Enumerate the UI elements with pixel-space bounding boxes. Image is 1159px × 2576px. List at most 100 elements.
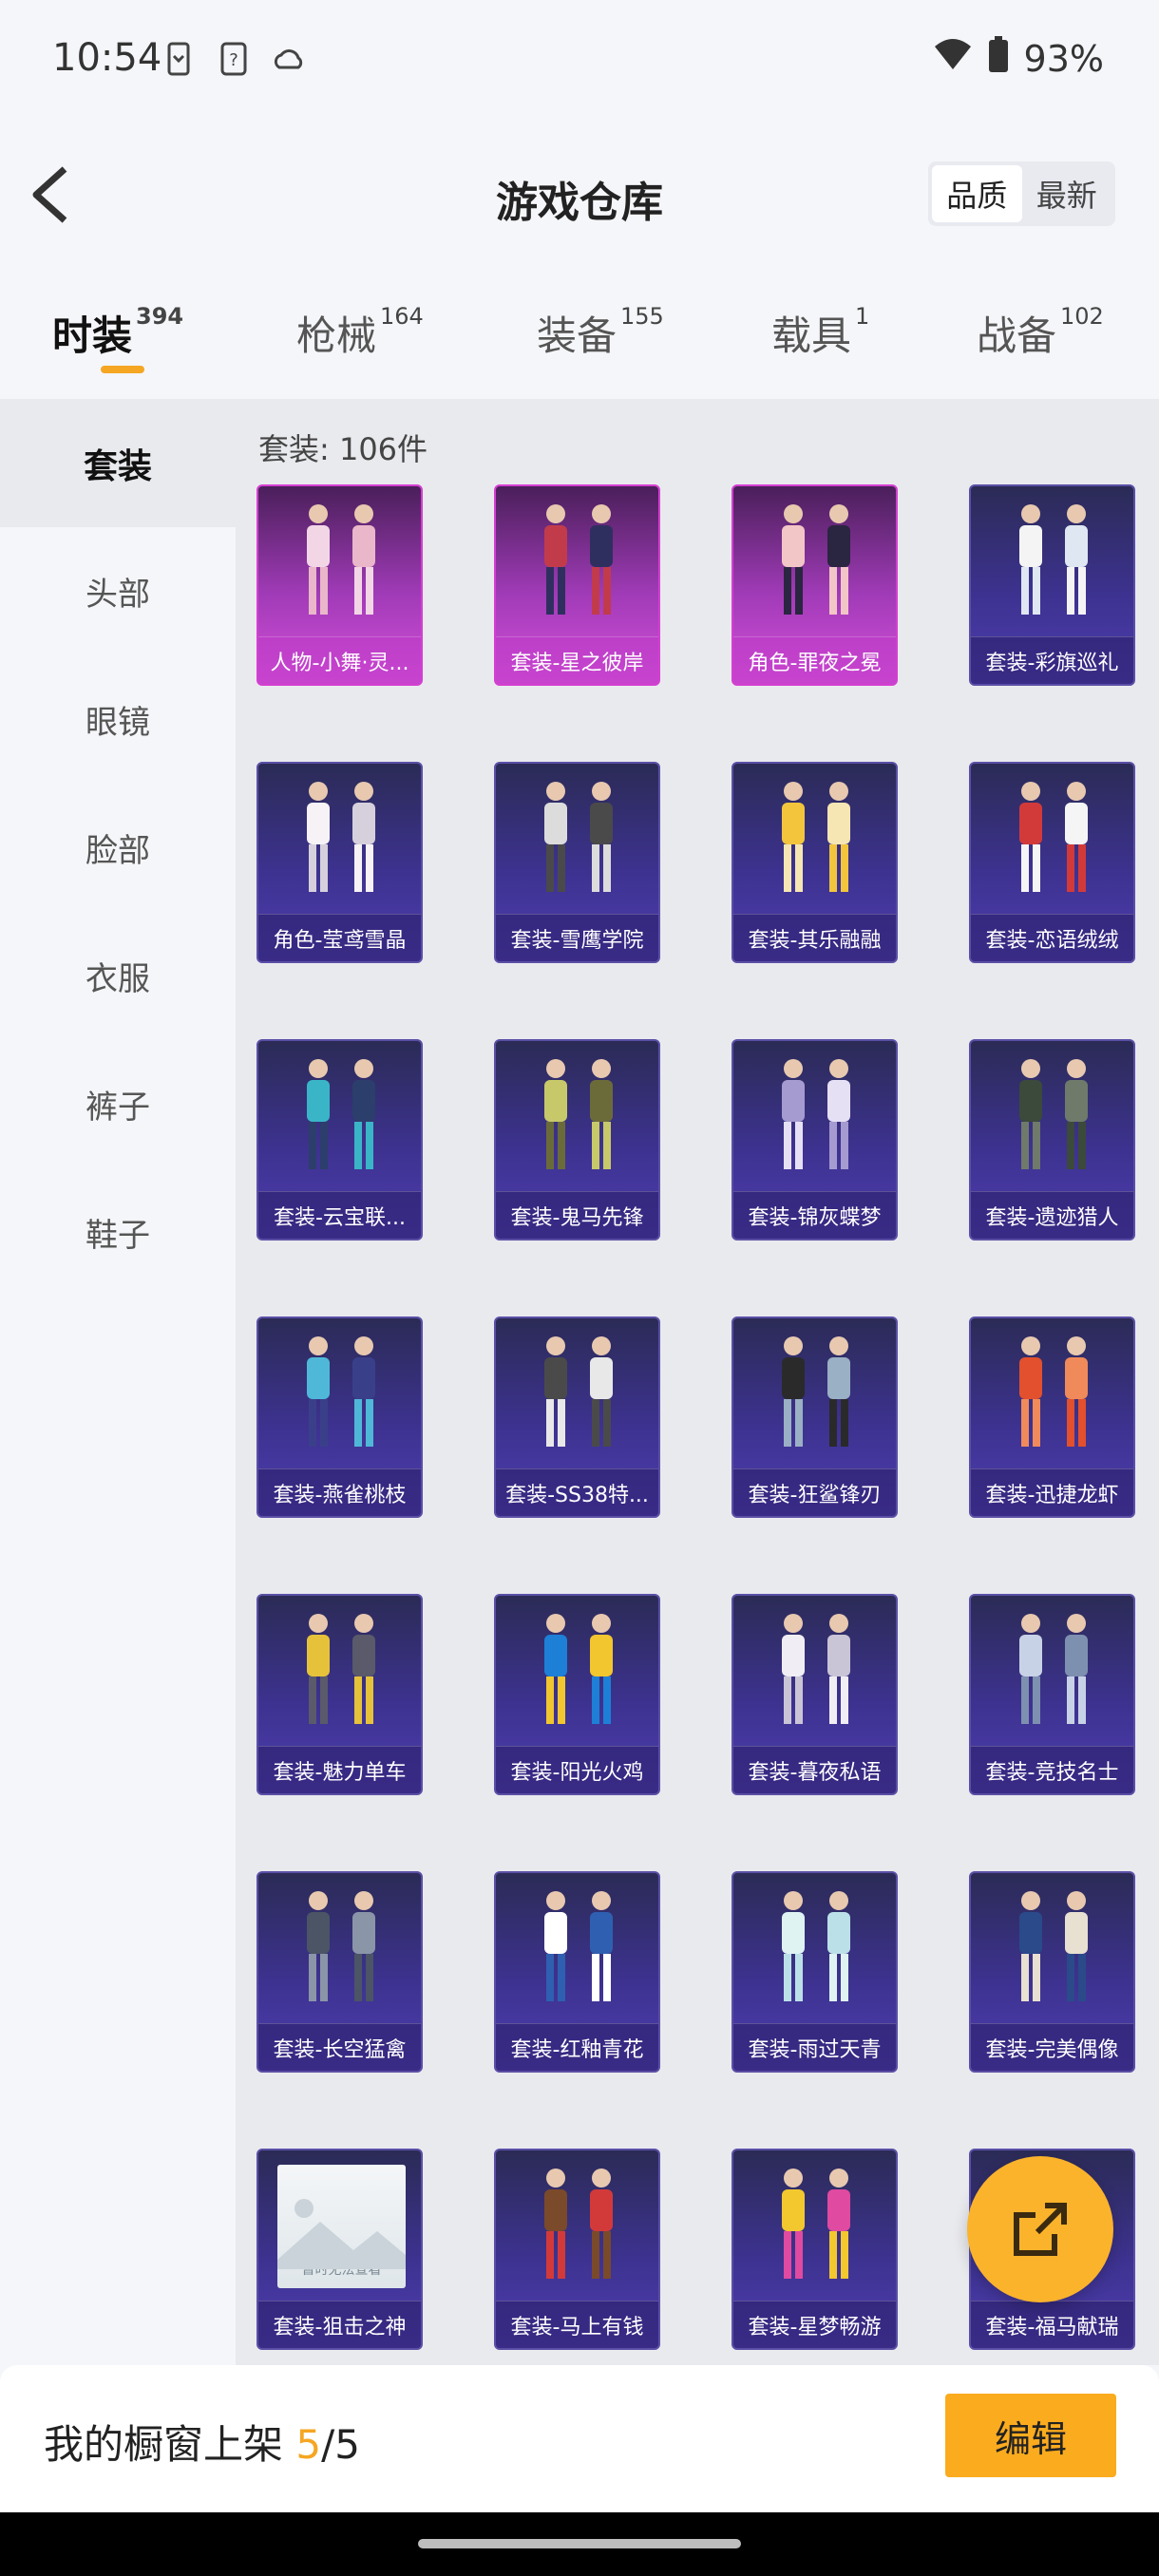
edit-button[interactable]: 编辑 <box>945 2394 1116 2477</box>
item-card[interactable]: 角色-莹鸢雪晶 <box>256 762 423 963</box>
item-name: 套装-竞技名士 <box>971 1746 1133 1793</box>
item-name: 套装-雨过天青 <box>733 2023 896 2071</box>
sidebar-item-glasses[interactable]: 眼镜 <box>0 655 236 784</box>
outfit-image <box>258 1318 421 1470</box>
outfit-image <box>496 764 658 916</box>
tab-supplies[interactable]: 战备 102 <box>977 303 1104 362</box>
item-grid: 人物-小舞·灵... 套装-星之彼岸 角色-罪夜之冕 套装-彩旗巡礼 角色-莹鸢雪晶 套装… <box>256 484 1150 2350</box>
outfit-image <box>733 1596 896 1748</box>
tab-count: 155 <box>620 303 664 330</box>
tab-count: 164 <box>380 303 424 330</box>
item-name: 套装-长空猛禽 <box>258 2023 421 2071</box>
outfit-image <box>733 486 896 638</box>
svg-text:?: ? <box>229 50 238 70</box>
item-card[interactable]: 套装-狂鲨锋刃 <box>732 1316 898 1518</box>
item-card[interactable]: 套装-SS38特... <box>494 1316 660 1518</box>
item-name: 角色-罪夜之冕 <box>733 636 896 684</box>
sidebar-item-suit[interactable]: 套装 <box>0 399 236 527</box>
home-handle[interactable] <box>418 2539 741 2548</box>
sort-option-quality[interactable]: 品质 <box>932 165 1022 222</box>
image-placeholder: 暂时无法查看 <box>258 2150 421 2302</box>
sidebar-item-head[interactable]: 头部 <box>0 527 236 655</box>
cloud-icon <box>270 40 308 78</box>
tab-fashion[interactable]: 时装 394 <box>52 303 183 362</box>
share-button[interactable] <box>967 2156 1113 2302</box>
item-card[interactable]: 套装-魅力单车 <box>256 1594 423 1795</box>
item-card[interactable]: 套装-恋语绒绒 <box>969 762 1135 963</box>
item-card[interactable]: 套装-星梦畅游 <box>732 2149 898 2350</box>
subcategory-sidebar: 套装 头部 眼镜 脸部 衣服 裤子 鞋子 <box>0 399 236 2365</box>
outfit-image <box>258 486 421 638</box>
item-card[interactable]: 人物-小舞·灵... <box>256 484 423 686</box>
item-card[interactable]: 套装-迅捷龙虾 <box>969 1316 1135 1518</box>
item-card[interactable]: 套装-雨过天青 <box>732 1871 898 2073</box>
sidebar-item-pants[interactable]: 裤子 <box>0 1040 236 1168</box>
outfit-image <box>971 1318 1133 1470</box>
item-card[interactable]: 套装-锦灰蝶梦 <box>732 1039 898 1241</box>
item-card[interactable]: 套装-彩旗巡礼 <box>969 484 1135 686</box>
outfit-image <box>971 1873 1133 2025</box>
item-card[interactable]: 套装-遗迹猎人 <box>969 1039 1135 1241</box>
item-card[interactable]: 套装-马上有钱 <box>494 2149 660 2350</box>
outfit-image <box>258 1873 421 2025</box>
item-card[interactable]: 角色-罪夜之冕 <box>732 484 898 686</box>
showcase-status: 我的橱窗上架 5/5 <box>44 2413 360 2471</box>
item-name: 套装-其乐融融 <box>733 914 896 961</box>
outfit-image <box>971 1041 1133 1193</box>
item-name: 套装-遗迹猎人 <box>971 1191 1133 1239</box>
item-name: 套装-雪鹰学院 <box>496 914 658 961</box>
item-name: 套装-马上有钱 <box>496 2301 658 2348</box>
item-card[interactable]: 套装-红釉青花 <box>494 1871 660 2073</box>
item-card[interactable]: 套装-长空猛禽 <box>256 1871 423 2073</box>
item-card[interactable]: 套装-阳光火鸡 <box>494 1594 660 1795</box>
tab-label: 时装 <box>52 313 133 359</box>
outfit-image <box>258 1041 421 1193</box>
item-card[interactable]: 套装-暮夜私语 <box>732 1594 898 1795</box>
tab-label: 枪械 <box>296 313 377 359</box>
sort-toggle: 品质 最新 <box>928 161 1115 226</box>
navigation-bar <box>0 2512 1159 2576</box>
item-card[interactable]: 套装-竞技名士 <box>969 1594 1135 1795</box>
wifi-icon <box>933 37 973 80</box>
tab-vehicles[interactable]: 载具 1 <box>771 303 870 362</box>
item-card[interactable]: 套装-其乐融融 <box>732 762 898 963</box>
outfit-image <box>971 1596 1133 1748</box>
placeholder-image: 暂时无法查看 <box>277 2165 406 2288</box>
showcase-label: 我的橱窗上架 <box>44 2421 296 2468</box>
item-card[interactable]: 暂时无法查看 套装-狙击之神 <box>256 2149 423 2350</box>
showcase-current: 5 <box>295 2421 322 2468</box>
item-name: 套装-鬼马先锋 <box>496 1191 658 1239</box>
tab-label: 战备 <box>977 313 1057 359</box>
showcase-total: /5 <box>321 2421 360 2468</box>
item-card[interactable]: 套装-鬼马先锋 <box>494 1039 660 1241</box>
item-card[interactable]: 套装-雪鹰学院 <box>494 762 660 963</box>
phone-sync-icon <box>160 40 198 78</box>
item-name: 套装-彩旗巡礼 <box>971 636 1133 684</box>
item-card[interactable]: 套装-燕雀桃枝 <box>256 1316 423 1518</box>
outfit-image <box>496 1596 658 1748</box>
showcase-bar: 我的橱窗上架 5/5 编辑 <box>0 2365 1159 2512</box>
item-name: 套装-完美偶像 <box>971 2023 1133 2071</box>
outfit-image <box>971 486 1133 638</box>
battery-icon <box>988 36 1009 81</box>
outfit-image <box>733 1041 896 1193</box>
sidebar-item-face[interactable]: 脸部 <box>0 784 236 912</box>
battery-level: 93% <box>1023 37 1104 80</box>
tab-guns[interactable]: 枪械 164 <box>296 303 424 362</box>
tab-equipment[interactable]: 装备 155 <box>537 303 664 362</box>
item-list-panel: 套装: 106件 人物-小舞·灵... 套装-星之彼岸 角色-罪夜之冕 套装-彩旗巡礼… <box>236 399 1159 2365</box>
outfit-image <box>258 764 421 916</box>
outfit-image <box>496 1041 658 1193</box>
sidebar-item-clothes[interactable]: 衣服 <box>0 912 236 1040</box>
help-card-icon: ? <box>215 40 253 78</box>
sort-option-newest[interactable]: 最新 <box>1022 165 1112 222</box>
item-name: 套装-星之彼岸 <box>496 636 658 684</box>
tab-count: 102 <box>1060 303 1104 330</box>
item-name: 套装-SS38特... <box>496 1468 658 1516</box>
outfit-image <box>733 764 896 916</box>
item-card[interactable]: 套装-星之彼岸 <box>494 484 660 686</box>
sidebar-item-shoes[interactable]: 鞋子 <box>0 1168 236 1297</box>
item-card[interactable]: 套装-完美偶像 <box>969 1871 1135 2073</box>
item-card[interactable]: 套装-云宝联... <box>256 1039 423 1241</box>
tab-count: 1 <box>855 303 870 330</box>
